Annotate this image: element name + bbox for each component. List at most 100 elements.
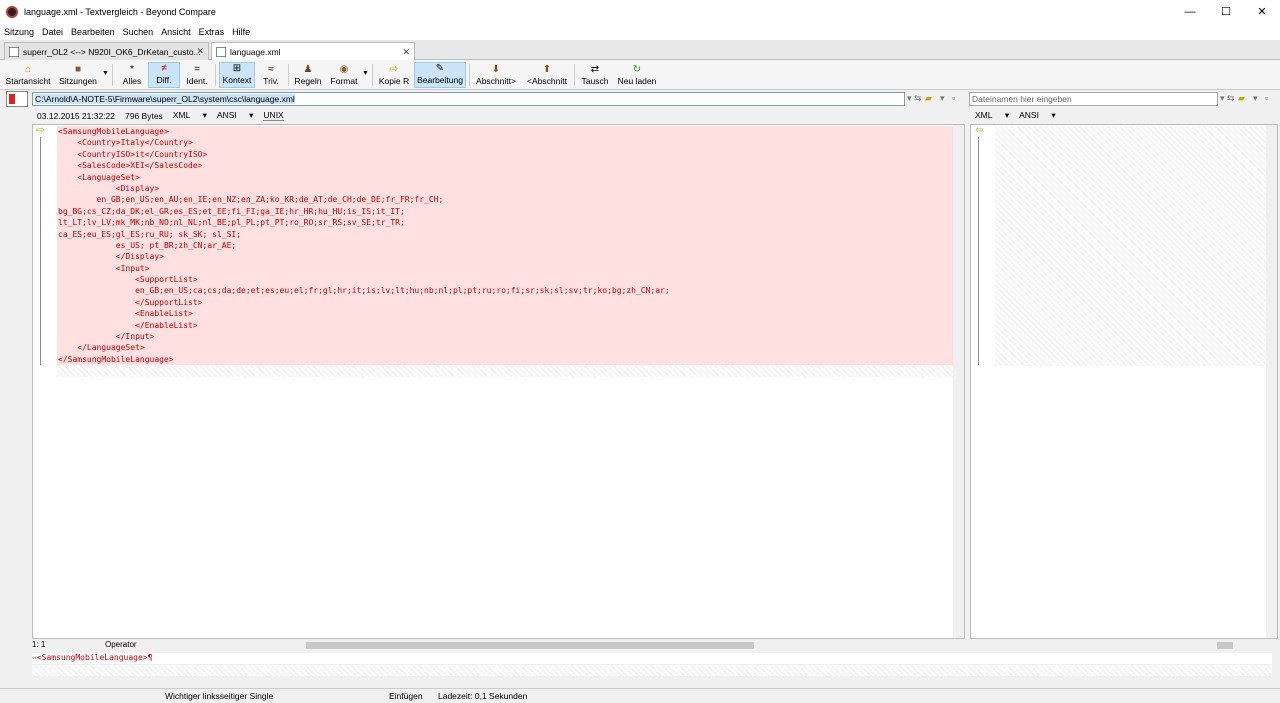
copy-to-right-arrow-icon[interactable]: ⇨	[36, 125, 44, 136]
bearbeitung-label: Bearbeitung	[417, 75, 463, 85]
ident-button[interactable]: = Ident.	[182, 62, 212, 88]
menu-hilfe[interactable]: Hilfe	[232, 27, 250, 37]
code-line[interactable]: </Display>	[57, 251, 955, 263]
code-line[interactable]: es_US; pt_BR;zh_CN;ar_AE;	[57, 239, 955, 252]
left-gutter: ⇨	[33, 125, 57, 638]
right-path-input[interactable]: Dateinamen hier eingeben	[969, 92, 1218, 106]
right-browse-dropdown-icon[interactable]: ▾	[1253, 93, 1258, 104]
cursor-position: 1: 1	[32, 640, 46, 649]
insert-mode: Einfügen	[389, 691, 423, 701]
left-vertical-scrollbar[interactable]	[953, 125, 964, 638]
save-icon[interactable]: ▫	[952, 93, 955, 103]
maximize-button[interactable]: ☐	[1208, 0, 1244, 23]
left-editor[interactable]: ⇨ <SamsungMobileLanguage> <Country>Italy…	[32, 124, 965, 639]
next-section-button[interactable]: ⬇ Abschnitt>	[473, 62, 519, 88]
copy-to-left-arrow-icon[interactable]: ⇦	[975, 125, 983, 136]
kopie-r-label: Kopie R	[378, 76, 410, 86]
right-save-icon[interactable]: ▫	[1265, 93, 1268, 103]
right-path-history-dropdown-icon[interactable]: ▾	[1220, 93, 1225, 104]
code-line[interactable]: </LanguageSet>	[57, 342, 955, 354]
alles-button[interactable]: * Alles	[118, 62, 146, 88]
code-line[interactable]: <Country>Italy</Country>	[57, 137, 955, 149]
tab-bar: superr_OL2 <--> N920I_OK6_DrKetan_custo.…	[0, 40, 1280, 61]
right-vertical-scrollbar[interactable]	[1266, 125, 1277, 638]
tab-folder-compare[interactable]: superr_OL2 <--> N920I_OK6_DrKetan_custo.…	[4, 42, 209, 60]
left-path-text: C:\Arnold\A-NOTE-5\Firmware\superr_OL2\s…	[35, 94, 295, 104]
neu-laden-button[interactable]: ↻ Neu laden	[614, 62, 660, 88]
left-text-lines[interactable]: <SamsungMobileLanguage> <Country>Italy</…	[57, 126, 955, 377]
code-line[interactable]: <CountryISO>it</CountryISO>	[57, 148, 955, 161]
menu-ansicht[interactable]: Ansicht	[161, 27, 191, 37]
code-line[interactable]: </Input>	[57, 331, 955, 343]
code-line[interactable]: </SamsungMobileLanguage>	[57, 353, 955, 366]
code-line[interactable]: lt_LT;lv_LV;mk_MK;nb_NO;nl_NL;nl_BE;pl_P…	[57, 217, 955, 229]
toolbar-separator	[469, 64, 470, 86]
bearbeitung-button[interactable]: ✎ Bearbeitung	[414, 62, 466, 88]
regeln-label: Regeln	[294, 76, 322, 86]
code-line[interactable]: </EnableList>	[57, 319, 955, 332]
menu-sitzung[interactable]: Sitzung	[4, 27, 34, 37]
right-path-sync-icon[interactable]: ⇆	[1227, 93, 1235, 104]
triv-button[interactable]: ≈ Triv.	[258, 62, 284, 88]
code-line[interactable]: ca_ES;eu_ES;gl_ES;ru_RU; sk_SK; sl_SI;	[57, 228, 955, 240]
file-size: 796 Bytes	[125, 110, 163, 121]
browse-folder-icon[interactable]: ▰	[925, 93, 932, 104]
right-scroll-thumb[interactable]	[1217, 642, 1233, 649]
code-line[interactable]: <Input>	[57, 262, 955, 275]
right-browse-folder-icon[interactable]: ▰	[1238, 93, 1245, 104]
code-line[interactable]: en_GB;en_US;en_AU;en_IE;en_NZ;en_ZA;ko_K…	[57, 194, 955, 206]
format-button[interactable]: ◉ Format	[327, 62, 361, 88]
right-horizontal-scrollbar[interactable]	[1205, 640, 1275, 651]
diff-button[interactable]: ≠ Diff.	[148, 62, 180, 88]
path-sync-icon[interactable]: ⇆	[914, 93, 922, 104]
right-editor[interactable]: ⇦	[970, 124, 1278, 639]
left-scroll-thumb[interactable]	[306, 642, 754, 649]
code-line[interactable]: <SupportList>	[57, 274, 955, 286]
format-value: XML	[172, 110, 191, 120]
format-dropdown-icon[interactable]: ▼	[362, 70, 369, 77]
path-row: C:\Arnold\A-NOTE-5\Firmware\superr_OL2\s…	[0, 90, 1280, 108]
regeln-button[interactable]: ♟ Regeln	[292, 62, 324, 88]
code-line[interactable]: en_GB;en_US;ca;cs;da;de;et;es;eu;el;fr;g…	[57, 285, 955, 297]
alles-label: Alles	[122, 76, 142, 86]
right-format-select[interactable]: XML ▾	[975, 110, 1009, 121]
menu-suchen[interactable]: Suchen	[123, 27, 154, 37]
code-line[interactable]: </SupportList>	[57, 296, 955, 309]
briefcase-icon: ■	[74, 64, 82, 75]
browse-dropdown-icon[interactable]: ▾	[940, 93, 945, 104]
path-history-dropdown-icon[interactable]: ▾	[907, 93, 912, 104]
left-path-input[interactable]: C:\Arnold\A-NOTE-5\Firmware\superr_OL2\s…	[32, 92, 905, 106]
tab-close-icon[interactable]: ✕	[402, 47, 410, 58]
code-line[interactable]: <Display>	[57, 182, 955, 195]
diff-bracket	[978, 137, 979, 365]
code-line[interactable]: <SamsungMobileLanguage>	[57, 126, 955, 138]
code-line[interactable]: bg_BG;cs_CZ;da_DK;el_GR;es_ES;et_EE;fi_F…	[57, 205, 955, 218]
menu-bearbeiten[interactable]: Bearbeiten	[71, 27, 115, 37]
encoding-select[interactable]: ANSI ▾	[217, 110, 253, 121]
right-encoding-select[interactable]: ANSI ▾	[1019, 110, 1055, 121]
startansicht-button[interactable]: ⌂ Startansicht	[4, 62, 52, 88]
status-bar: Wichtiger linksseitiger Single Einfügen …	[0, 688, 1280, 703]
prev-section-button[interactable]: ⬆ <Abschnitt	[524, 62, 570, 88]
left-file-info: 03.12.2015 21:32:22 796 Bytes XML ▾ ANSI…	[37, 108, 294, 123]
kontext-button[interactable]: ⊞ Kontext	[219, 62, 255, 88]
menu-datei[interactable]: Datei	[42, 27, 63, 37]
kopie-r-button[interactable]: ⇨ Kopie R	[376, 62, 412, 88]
tab-close-icon[interactable]: ✕	[196, 46, 204, 57]
text-compare-icon	[216, 47, 226, 57]
context-icon: ⊞	[232, 63, 242, 74]
code-line[interactable]: <LanguageSet>	[57, 171, 955, 183]
next-section-label: Abschnitt>	[476, 76, 516, 86]
menu-extras[interactable]: Extras	[199, 27, 225, 37]
code-line[interactable]: <EnableList>	[57, 308, 955, 320]
tausch-button[interactable]: ⇄ Tausch	[578, 62, 612, 88]
tab-language-xml[interactable]: language.xml ✕	[211, 42, 415, 61]
code-line[interactable]: <SalesCode>XEI</SalesCode>	[57, 160, 955, 172]
sitzungen-button[interactable]: ■ Sitzungen	[56, 62, 100, 88]
line-ending-select[interactable]: UNIX	[263, 110, 284, 121]
sitzungen-dropdown-icon[interactable]: ▼	[102, 70, 109, 77]
minimize-button[interactable]: —	[1172, 0, 1208, 23]
format-select[interactable]: XML ▾	[173, 110, 207, 121]
close-button[interactable]: ✕	[1244, 0, 1280, 23]
left-horizontal-scrollbar[interactable]	[296, 640, 956, 651]
